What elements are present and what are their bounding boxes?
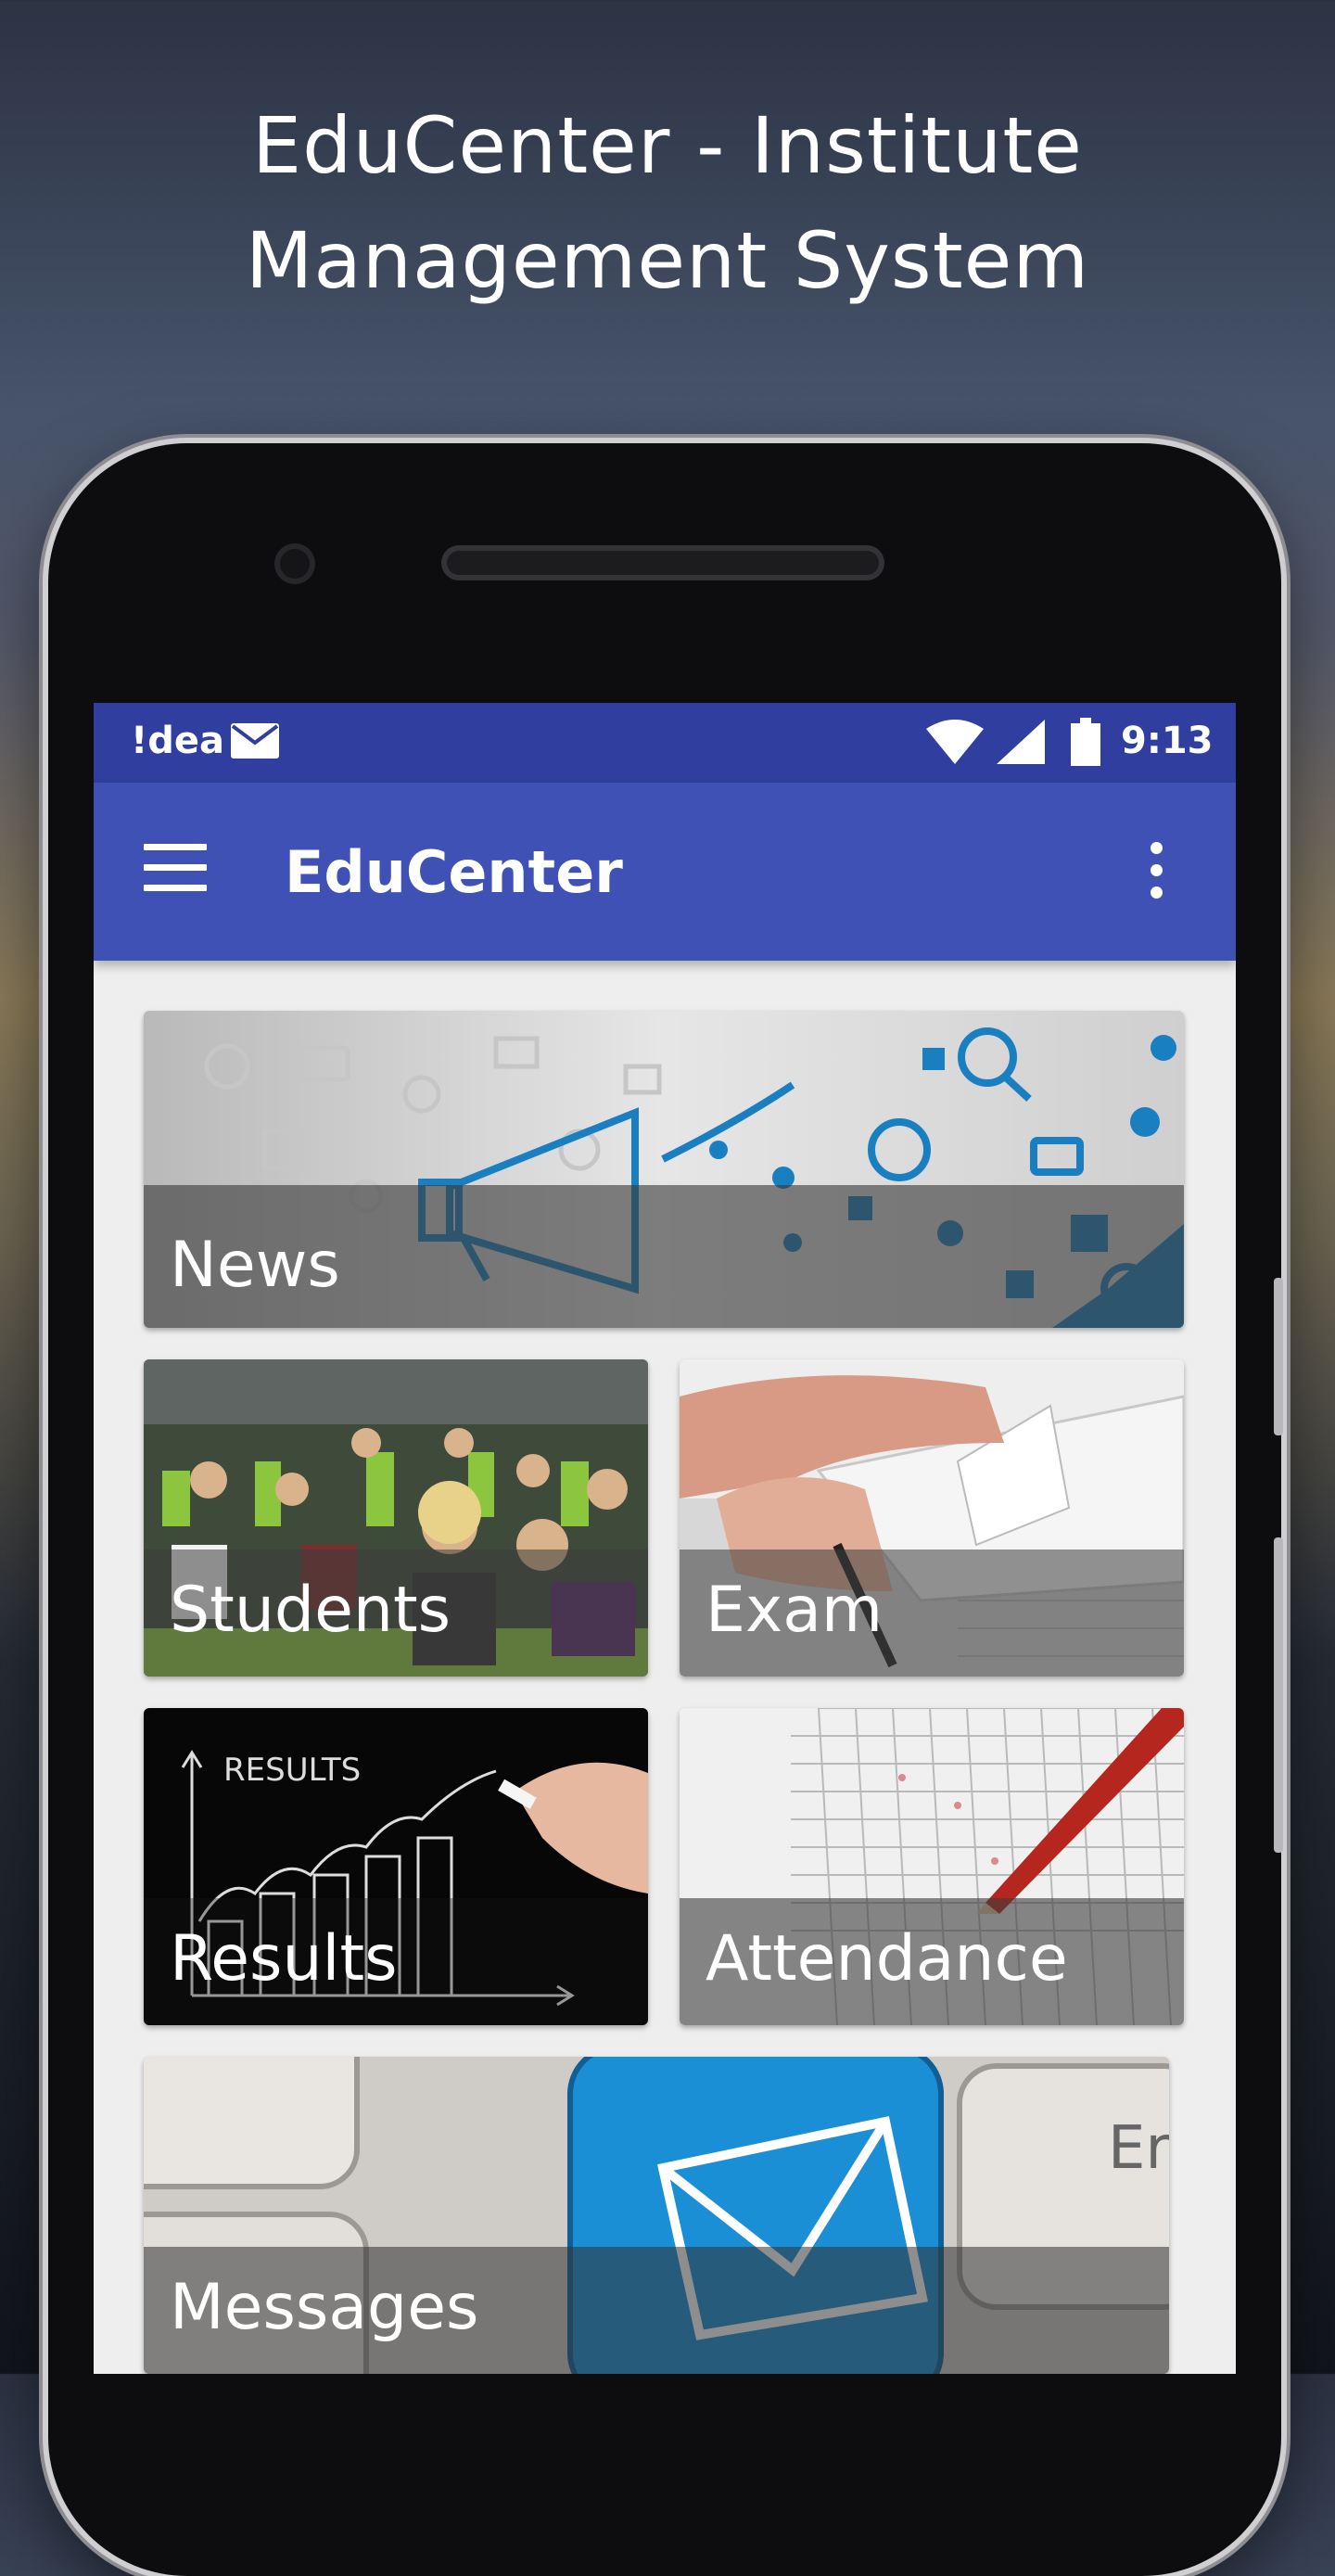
- app-title: EduCenter: [285, 838, 623, 906]
- exam-tile[interactable]: Exam: [680, 1359, 1184, 1677]
- status-clock: 9:13: [1121, 720, 1214, 762]
- front-camera: [274, 543, 315, 584]
- hamburger-menu-icon[interactable]: [144, 844, 207, 896]
- messages-tile[interactable]: Er Messages: [144, 2057, 1169, 2374]
- phone-screen: !dea 9:13 EduCenter News Students Exam R…: [94, 703, 1236, 2374]
- students-tile[interactable]: Students: [144, 1359, 648, 1677]
- headline-line-1: EduCenter - Institute: [252, 100, 1083, 191]
- results-chalk-text: RESULTS: [223, 1752, 361, 1789]
- earpiece-speaker: [441, 545, 884, 580]
- messages-label: Messages: [170, 2271, 479, 2344]
- phone-side-button-upper: [1274, 1278, 1283, 1435]
- headline-line-2: Management System: [245, 215, 1090, 306]
- more-vertical-icon[interactable]: [1147, 842, 1165, 903]
- battery-icon: [1071, 718, 1100, 766]
- signal-icon: [997, 720, 1045, 764]
- news-label: News: [170, 1229, 340, 1302]
- app-bar: EduCenter: [94, 783, 1236, 961]
- attendance-label: Attendance: [706, 1922, 1068, 1996]
- attendance-tile[interactable]: Attendance: [680, 1708, 1184, 2025]
- students-label: Students: [170, 1574, 451, 1647]
- carrier-name: !dea: [131, 720, 224, 762]
- phone-side-button-lower: [1274, 1537, 1283, 1853]
- mail-icon: [231, 723, 279, 759]
- svg-text:Er: Er: [1108, 2114, 1169, 2183]
- status-bar: !dea 9:13: [94, 703, 1236, 783]
- results-label: Results: [170, 1922, 398, 1996]
- wifi-icon: [926, 720, 984, 764]
- promo-headline: EduCenter - Institute Management System: [0, 88, 1335, 318]
- exam-label: Exam: [706, 1574, 884, 1647]
- results-tile[interactable]: RESULTS Results: [144, 1708, 648, 2025]
- news-tile[interactable]: News: [144, 1011, 1184, 1328]
